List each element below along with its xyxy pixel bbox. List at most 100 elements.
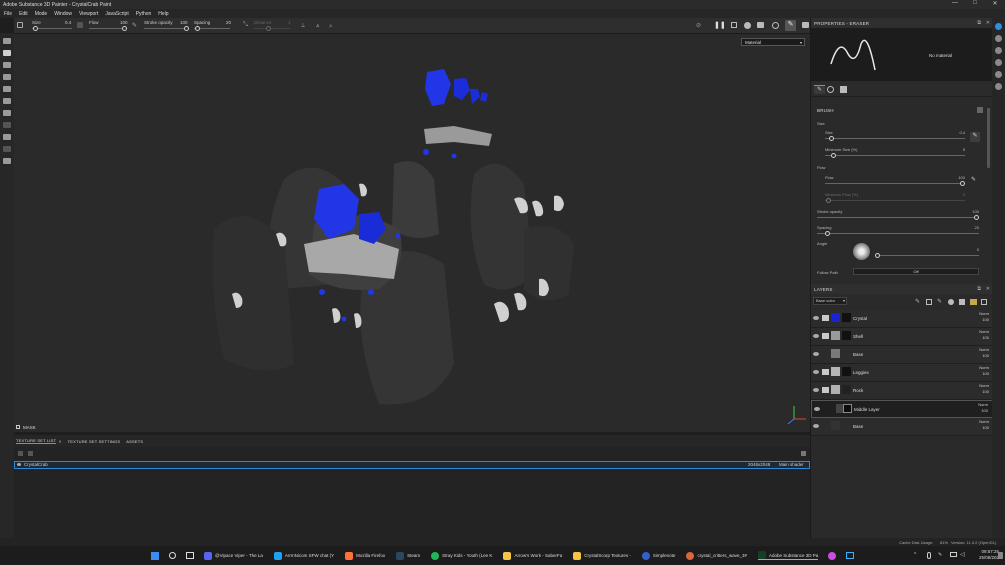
tab-assets[interactable]: ASSETS — [126, 439, 143, 444]
substance-icon[interactable] — [995, 83, 1002, 90]
maximize-button[interactable]: □ — [965, 0, 985, 7]
camera-icon[interactable] — [757, 22, 764, 28]
mirror-icon[interactable]: ⩓ — [316, 23, 319, 30]
taskbar-item[interactable]: @Vipace Viper - The La — [204, 551, 263, 560]
screen-icon[interactable] — [846, 552, 854, 559]
lazy-mouse-icon[interactable]: ⤡ — [243, 22, 250, 29]
brush-mode-icon[interactable] — [17, 22, 23, 28]
menu-help[interactable]: Help — [158, 11, 168, 17]
menu-javascript[interactable]: JavaScript — [105, 11, 128, 17]
selection-icon[interactable] — [3, 146, 11, 152]
taskbar-item[interactable]: Mozilla Firefox — [345, 551, 385, 560]
flow-slider[interactable] — [89, 26, 127, 31]
symmetry-icon[interactable]: ⟂ — [301, 23, 309, 29]
material-tab-icon[interactable] — [840, 86, 847, 93]
camera-off-icon[interactable]: ⊘ — [696, 22, 701, 29]
layers-close-icon[interactable]: ✕ — [986, 286, 990, 292]
add-folder-icon[interactable] — [970, 299, 977, 305]
layer-row-base[interactable]: Base Norm 100 — [811, 346, 993, 364]
taskbar-item[interactable]: Steam — [396, 551, 420, 560]
flow-pen-icon[interactable]: ✎ — [132, 22, 137, 29]
text-tool-icon[interactable] — [3, 158, 11, 164]
properties-scrollbar[interactable] — [987, 108, 990, 168]
close-button[interactable]: ✕ — [985, 0, 1005, 7]
flow-prop-slider[interactable] — [825, 181, 965, 186]
taskbar-item[interactable]: crystal_critters_wave_3# — [686, 551, 747, 560]
mask-checkbox[interactable] — [16, 425, 20, 429]
layer-row-base-2[interactable]: Base Norm 100 — [811, 418, 993, 436]
min-size-slider[interactable] — [825, 153, 965, 158]
taskbar-item[interactable]: Simplenote — [641, 551, 675, 560]
distance-slider[interactable] — [254, 26, 290, 31]
size-pen-pressure-icon[interactable]: ✎ — [970, 132, 980, 142]
search-icon[interactable] — [169, 552, 176, 559]
shader-settings-icon[interactable] — [995, 59, 1002, 66]
start-icon[interactable] — [151, 552, 159, 560]
remove-texture-set-icon[interactable] — [28, 451, 33, 456]
volume-icon[interactable]: ◁ — [960, 551, 965, 558]
tab-texture-set-settings[interactable]: TEXTURE SET SETTINGS — [68, 439, 121, 444]
taskbar-item[interactable]: CrystalScorp Textures - — [573, 551, 631, 560]
display-settings-icon[interactable] — [772, 22, 779, 29]
layer-row-shell[interactable]: Shell Norm 100 — [811, 328, 993, 346]
frame-icon[interactable] — [731, 22, 737, 28]
add-fill-layer-icon[interactable] — [948, 299, 954, 305]
layer-row-middle-layer[interactable]: Middle Layer Norm 100 — [811, 400, 993, 418]
stroke-opacity-slider[interactable] — [144, 26, 189, 31]
layer-blend[interactable]: Norm 100 — [979, 311, 989, 323]
eraser-icon[interactable] — [3, 50, 11, 56]
screenshot-icon[interactable] — [802, 22, 809, 28]
properties-icon[interactable] — [995, 23, 1002, 30]
taskbar-item-active[interactable]: Adobe Substance 3D Pa — [757, 551, 819, 560]
visibility-eye-icon[interactable] — [813, 334, 819, 338]
bake-icon[interactable] — [3, 122, 11, 128]
brush-presets-icon[interactable] — [977, 107, 983, 113]
menu-viewport[interactable]: Viewport — [79, 11, 98, 17]
layer-row-rock[interactable]: Rock Norm 100 — [811, 382, 993, 400]
menu-mode[interactable]: Mode — [35, 11, 48, 17]
app-icon[interactable] — [828, 552, 836, 560]
tab-texture-set-list[interactable]: TEXTURE SET LIST — [16, 438, 57, 444]
visibility-eye-icon[interactable] — [813, 316, 819, 320]
paint-mode-icon[interactable]: ✎ — [785, 20, 796, 31]
3d-viewport[interactable] — [14, 34, 810, 432]
visibility-eye-icon[interactable] — [813, 352, 819, 356]
task-view-icon[interactable] — [186, 552, 194, 559]
visibility-eye-icon[interactable] — [813, 424, 819, 428]
add-paint-layer-icon[interactable]: ✎ — [937, 298, 942, 305]
smudge-icon[interactable] — [3, 86, 11, 92]
visibility-eye-icon[interactable] — [813, 388, 819, 392]
layer-blend[interactable]: Norm 100 — [979, 329, 989, 341]
chevron-up-icon[interactable]: ^ — [914, 552, 916, 558]
add-smart-material-icon[interactable] — [959, 299, 965, 305]
network-icon[interactable] — [950, 552, 957, 557]
taskbar-item[interactable]: Arrow's Work - SaberFa — [503, 551, 562, 560]
viewport-mode-select[interactable]: Material ▾ — [741, 38, 805, 46]
brush-tab-icon[interactable]: ✎ — [814, 85, 825, 94]
texture-set-row[interactable]: CrystalCrab 2048x2048 Main shader — [14, 461, 810, 469]
size-pressure-icon[interactable] — [77, 22, 83, 28]
add-effect-icon[interactable]: ✎ — [915, 298, 920, 305]
angle-dial[interactable] — [853, 243, 870, 260]
add-mask-icon[interactable] — [926, 299, 932, 305]
geometry-fill-icon[interactable] — [3, 74, 11, 80]
material-picker-icon[interactable] — [3, 110, 11, 116]
size-slider[interactable] — [32, 26, 72, 31]
menu-python[interactable]: Python — [136, 11, 152, 17]
layer-blend[interactable]: Norm 100 — [979, 383, 989, 395]
layer-blend[interactable]: Norm 100 — [978, 402, 988, 414]
layer-blend[interactable]: Norm 100 — [979, 365, 989, 377]
follow-path-select[interactable]: Off — [853, 268, 979, 275]
visibility-eye-icon[interactable] — [17, 463, 21, 466]
menu-file[interactable]: File — [4, 11, 12, 17]
min-flow-slider[interactable] — [825, 198, 965, 203]
menu-edit[interactable]: Edit — [19, 11, 28, 17]
undock-icon[interactable]: ⧉ — [977, 20, 981, 26]
layers-undock-icon[interactable]: ⧉ — [977, 286, 981, 292]
microphone-icon[interactable] — [927, 552, 931, 559]
texture-set-icon[interactable] — [995, 35, 1002, 42]
mirror-alt-icon[interactable]: ⩓ — [329, 23, 332, 30]
settings-menu-icon[interactable] — [801, 451, 806, 456]
layer-blend[interactable]: Norm 100 — [979, 347, 989, 359]
layer-row-leggies[interactable]: Leggies Norm 100 — [811, 364, 993, 382]
